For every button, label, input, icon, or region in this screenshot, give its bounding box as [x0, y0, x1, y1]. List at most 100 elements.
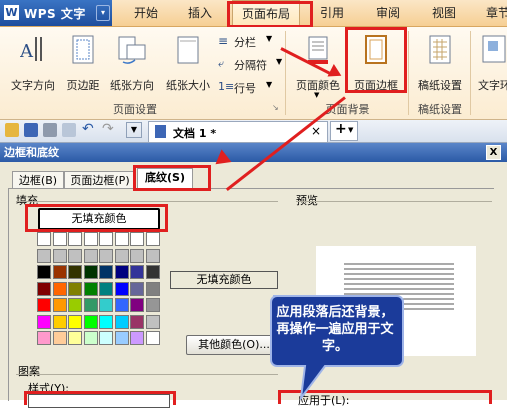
color-swatch[interactable] — [145, 298, 160, 312]
orientation-label: 纸张方向 — [110, 79, 154, 92]
color-swatch[interactable] — [68, 331, 82, 345]
color-swatch[interactable] — [99, 331, 113, 345]
color-swatch[interactable] — [145, 281, 160, 296]
color-swatch[interactable] — [114, 281, 129, 296]
tab-view[interactable]: 视图 — [422, 0, 466, 26]
color-swatch[interactable] — [68, 232, 82, 246]
plus-icon: + — [335, 121, 347, 137]
color-swatch[interactable] — [68, 281, 82, 296]
color-swatch[interactable] — [114, 232, 129, 246]
tab-insert[interactable]: 插入 — [178, 0, 222, 26]
color-swatch[interactable] — [37, 265, 51, 279]
preview-label: 预览 — [296, 194, 318, 207]
print-icon[interactable] — [43, 123, 57, 137]
color-swatch[interactable] — [130, 232, 144, 246]
color-swatch[interactable] — [68, 265, 82, 279]
close-icon[interactable]: X — [486, 145, 501, 160]
color-swatch[interactable] — [145, 331, 160, 345]
text-direction-button[interactable]: A 文字方向 — [8, 35, 58, 97]
chevron-down-icon: ▼ — [348, 126, 354, 134]
color-swatch[interactable] — [83, 265, 98, 279]
save-icon[interactable] — [24, 123, 38, 137]
color-swatch[interactable] — [52, 248, 67, 263]
color-swatch[interactable] — [99, 248, 113, 263]
quick-access-toolbar: ↶ ↷ ▼ 文档 1 * × + ▼ — [0, 120, 507, 143]
color-swatch[interactable] — [99, 314, 113, 329]
dialog-launcher-icon[interactable]: ↘ — [272, 103, 279, 112]
color-swatch[interactable] — [37, 232, 51, 246]
color-swatch[interactable] — [114, 331, 129, 345]
color-swatch[interactable] — [83, 281, 98, 296]
color-swatch[interactable] — [83, 232, 98, 246]
color-swatch[interactable] — [99, 265, 113, 279]
color-swatch[interactable] — [52, 281, 67, 296]
text-wrap-button[interactable]: 文字环 — [476, 35, 507, 97]
color-swatch[interactable] — [99, 298, 113, 312]
highlight-page-layout-tab — [227, 1, 313, 28]
page-size-button[interactable]: 纸张大小 — [162, 35, 214, 97]
tab-borders[interactable]: 边框(B) — [12, 171, 64, 189]
new-tab-button[interactable]: + ▼ — [330, 121, 358, 141]
color-swatch[interactable] — [114, 298, 129, 312]
open-icon[interactable] — [5, 123, 19, 137]
color-swatch[interactable] — [114, 265, 129, 279]
color-swatch[interactable] — [145, 265, 160, 279]
manuscript-group-label: 稿纸设置 — [418, 103, 462, 116]
color-swatch[interactable] — [83, 331, 98, 345]
color-swatch[interactable] — [52, 314, 67, 329]
color-swatch[interactable] — [37, 298, 51, 312]
color-swatch[interactable] — [130, 281, 144, 296]
pattern-label: 图案 — [18, 365, 40, 378]
color-swatch[interactable] — [99, 281, 113, 296]
color-swatch[interactable] — [68, 314, 82, 329]
preview-divider — [296, 201, 492, 202]
color-swatch[interactable] — [130, 331, 144, 345]
app-title: WPS 文字 — [24, 7, 86, 21]
color-swatch[interactable] — [145, 314, 160, 329]
color-swatch[interactable] — [52, 331, 67, 345]
color-swatch[interactable] — [114, 248, 129, 263]
color-swatch[interactable] — [68, 248, 82, 263]
color-swatch[interactable] — [68, 298, 82, 312]
color-swatch[interactable] — [145, 248, 160, 263]
color-swatch[interactable] — [145, 232, 160, 246]
color-swatch[interactable] — [130, 248, 144, 263]
color-swatch[interactable] — [130, 265, 144, 279]
customize-toolbar-icon[interactable]: ▼ — [126, 122, 142, 138]
manuscript-settings-button[interactable]: 稿纸设置 — [414, 35, 466, 97]
tab-home[interactable]: 开始 — [124, 0, 168, 26]
color-swatch[interactable] — [52, 298, 67, 312]
color-swatch[interactable] — [37, 314, 51, 329]
color-swatch[interactable] — [83, 314, 98, 329]
orientation-button[interactable]: 纸张方向 — [106, 35, 158, 97]
undo-icon[interactable]: ↶ — [82, 121, 94, 137]
print-preview-icon[interactable] — [62, 123, 76, 137]
tab-references[interactable]: 引用 — [310, 0, 354, 26]
color-swatch[interactable] — [114, 314, 129, 329]
color-swatch[interactable] — [130, 298, 144, 312]
redo-icon[interactable]: ↷ — [102, 121, 114, 137]
group-divider — [408, 31, 409, 115]
app-menu-button[interactable]: W WPS 文字 ▾ — [0, 0, 112, 26]
color-swatch[interactable] — [37, 281, 51, 296]
line-numbers-button[interactable]: 1≡ 行号 ▼ — [218, 78, 280, 96]
tab-section[interactable]: 章节 — [478, 0, 507, 26]
color-swatch[interactable] — [37, 248, 51, 263]
columns-button[interactable]: ≡ 分栏 ▼ — [218, 32, 280, 50]
chevron-down-icon[interactable]: ▾ — [96, 5, 110, 21]
close-tab-icon[interactable]: × — [311, 124, 321, 138]
color-swatch[interactable] — [37, 331, 51, 345]
color-swatch[interactable] — [83, 298, 98, 312]
margins-button[interactable]: 页边距 — [62, 35, 104, 97]
tab-page-borders[interactable]: 页面边框(P) — [64, 171, 136, 189]
dialog-title-bar: 边框和底纹 X — [0, 143, 507, 162]
color-swatch[interactable] — [83, 248, 98, 263]
separator-button[interactable]: ⤶ 分隔符 ▼ — [218, 55, 282, 73]
color-swatch[interactable] — [99, 232, 113, 246]
color-swatch[interactable] — [52, 265, 67, 279]
selected-color-display: 无填充颜色 — [170, 271, 278, 289]
color-swatch[interactable] — [130, 314, 144, 329]
pattern-divider — [16, 374, 278, 375]
color-swatch[interactable] — [52, 232, 67, 246]
tab-review[interactable]: 审阅 — [366, 0, 410, 26]
